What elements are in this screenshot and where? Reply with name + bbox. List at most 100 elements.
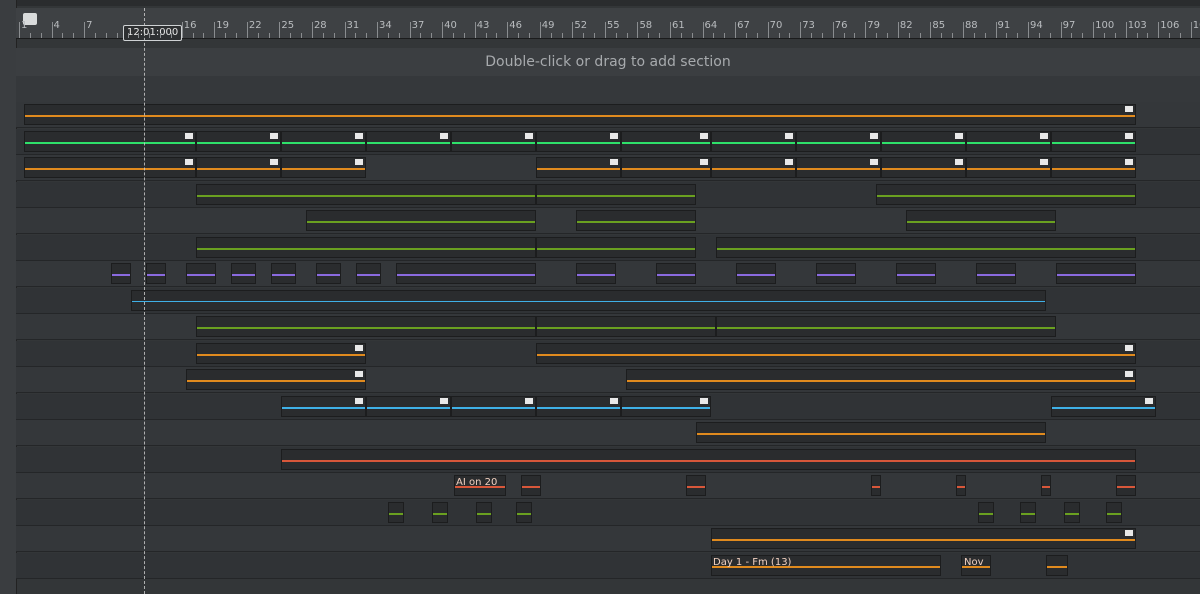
track-clip[interactable] [146, 263, 166, 284]
track-clip[interactable] [451, 130, 536, 152]
clip-loop-flag-icon[interactable] [1125, 106, 1133, 112]
track-clip[interactable] [388, 501, 404, 523]
marker-lane[interactable] [16, 76, 1200, 102]
arrangement-tracks[interactable]: AI on 20 Day 1 - Fm (13) Nov [16, 102, 1200, 594]
track-clip[interactable] [196, 183, 536, 205]
clip-loop-flag-icon[interactable] [355, 397, 363, 404]
track-clip[interactable] [196, 236, 536, 258]
playhead-time-display[interactable]: 12:01:000 [123, 25, 183, 41]
track-clip[interactable] [796, 130, 881, 152]
track-clip[interactable] [796, 157, 881, 178]
track-clip[interactable] [896, 263, 936, 284]
track-clip[interactable] [196, 130, 281, 152]
track-clip[interactable] [1046, 554, 1068, 576]
track-lane[interactable] [16, 181, 1200, 208]
clip-loop-flag-icon[interactable] [525, 397, 533, 404]
track-lane[interactable] [16, 287, 1200, 314]
track-clip[interactable] [231, 263, 256, 284]
clip-loop-flag-icon[interactable] [785, 132, 793, 139]
track-lane[interactable] [16, 393, 1200, 420]
clip-loop-flag-icon[interactable] [610, 159, 618, 165]
track-clip[interactable] [476, 501, 492, 523]
clip-loop-flag-icon[interactable] [610, 397, 618, 404]
clip-loop-flag-icon[interactable] [1040, 159, 1048, 165]
track-clip[interactable] [536, 342, 1136, 364]
track-clip[interactable] [536, 183, 696, 205]
track-header-column[interactable] [0, 0, 17, 594]
track-lane[interactable] [16, 420, 1200, 446]
track-clip[interactable] [366, 395, 451, 417]
track-clip[interactable] [711, 528, 1136, 549]
track-clip[interactable] [1051, 157, 1136, 178]
track-clip[interactable] [1051, 130, 1136, 152]
clip-loop-flag-icon[interactable] [1125, 530, 1133, 536]
track-clip[interactable] [24, 157, 196, 178]
track-clip[interactable] [516, 501, 532, 523]
clip-loop-flag-icon[interactable] [1125, 159, 1133, 165]
track-clip[interactable] [656, 263, 696, 284]
clip-loop-flag-icon[interactable] [185, 159, 193, 165]
track-clip[interactable] [111, 263, 131, 284]
track-clip[interactable] [356, 263, 381, 284]
track-clip[interactable] [1106, 501, 1122, 523]
track-clip[interactable] [966, 157, 1051, 178]
clip-loop-flag-icon[interactable] [870, 159, 878, 165]
track-clip[interactable] [432, 501, 448, 523]
clip-loop-flag-icon[interactable] [440, 132, 448, 139]
track-clip[interactable] [281, 157, 366, 178]
track-clip[interactable] [536, 316, 716, 337]
track-clip[interactable] [686, 475, 706, 496]
track-lane[interactable] [16, 499, 1200, 526]
track-lane[interactable] [16, 340, 1200, 367]
track-lane[interactable] [16, 526, 1200, 552]
track-clip[interactable] [196, 342, 366, 364]
track-clip[interactable] [576, 210, 696, 231]
track-clip[interactable] [1020, 501, 1036, 523]
clip-loop-flag-icon[interactable] [185, 132, 193, 139]
track-clip[interactable] [871, 475, 881, 496]
track-clip[interactable] [696, 422, 1046, 443]
clip-loop-flag-icon[interactable] [440, 397, 448, 404]
clip-loop-flag-icon[interactable] [355, 159, 363, 165]
track-clip[interactable] [906, 210, 1056, 231]
track-lane[interactable] [16, 261, 1200, 287]
track-lane[interactable] [16, 128, 1200, 155]
track-lane[interactable] [16, 446, 1200, 473]
clip-loop-flag-icon[interactable] [700, 159, 708, 165]
clip-loop-flag-icon[interactable] [1145, 397, 1153, 404]
clip-loop-flag-icon[interactable] [1040, 132, 1048, 139]
track-clip[interactable] [281, 448, 1136, 470]
track-clip[interactable] [621, 130, 711, 152]
track-clip[interactable] [24, 130, 196, 152]
track-lane[interactable] [16, 552, 1200, 579]
clip-loop-flag-icon[interactable] [1125, 371, 1133, 377]
track-clip[interactable] [536, 236, 696, 258]
track-clip[interactable] [186, 369, 366, 390]
track-clip[interactable] [881, 130, 966, 152]
clip-loop-flag-icon[interactable] [270, 159, 278, 165]
track-clip[interactable] [711, 130, 796, 152]
track-clip[interactable] [1064, 501, 1080, 523]
track-clip[interactable] [24, 104, 1136, 125]
track-clip[interactable] [281, 130, 366, 152]
track-clip[interactable] [131, 289, 1046, 311]
track-clip[interactable] [1116, 475, 1136, 496]
clip-loop-flag-icon[interactable] [525, 132, 533, 139]
track-clip[interactable] [956, 475, 966, 496]
track-clip[interactable] [1051, 395, 1156, 417]
track-clip[interactable] [626, 369, 1136, 390]
track-clip[interactable] [316, 263, 341, 284]
track-clip[interactable] [716, 236, 1136, 258]
track-lane[interactable] [16, 314, 1200, 340]
track-clip[interactable] [736, 263, 776, 284]
track-clip[interactable] [881, 157, 966, 178]
track-clip[interactable] [366, 130, 451, 152]
clip-loop-flag-icon[interactable] [355, 371, 363, 377]
track-clip[interactable] [621, 395, 711, 417]
clip-loop-flag-icon[interactable] [955, 132, 963, 139]
track-clip[interactable] [716, 316, 1056, 337]
clip-loop-flag-icon[interactable] [700, 397, 708, 404]
track-clip[interactable] [196, 316, 536, 337]
track-clip[interactable] [186, 263, 216, 284]
clip-loop-flag-icon[interactable] [955, 159, 963, 165]
